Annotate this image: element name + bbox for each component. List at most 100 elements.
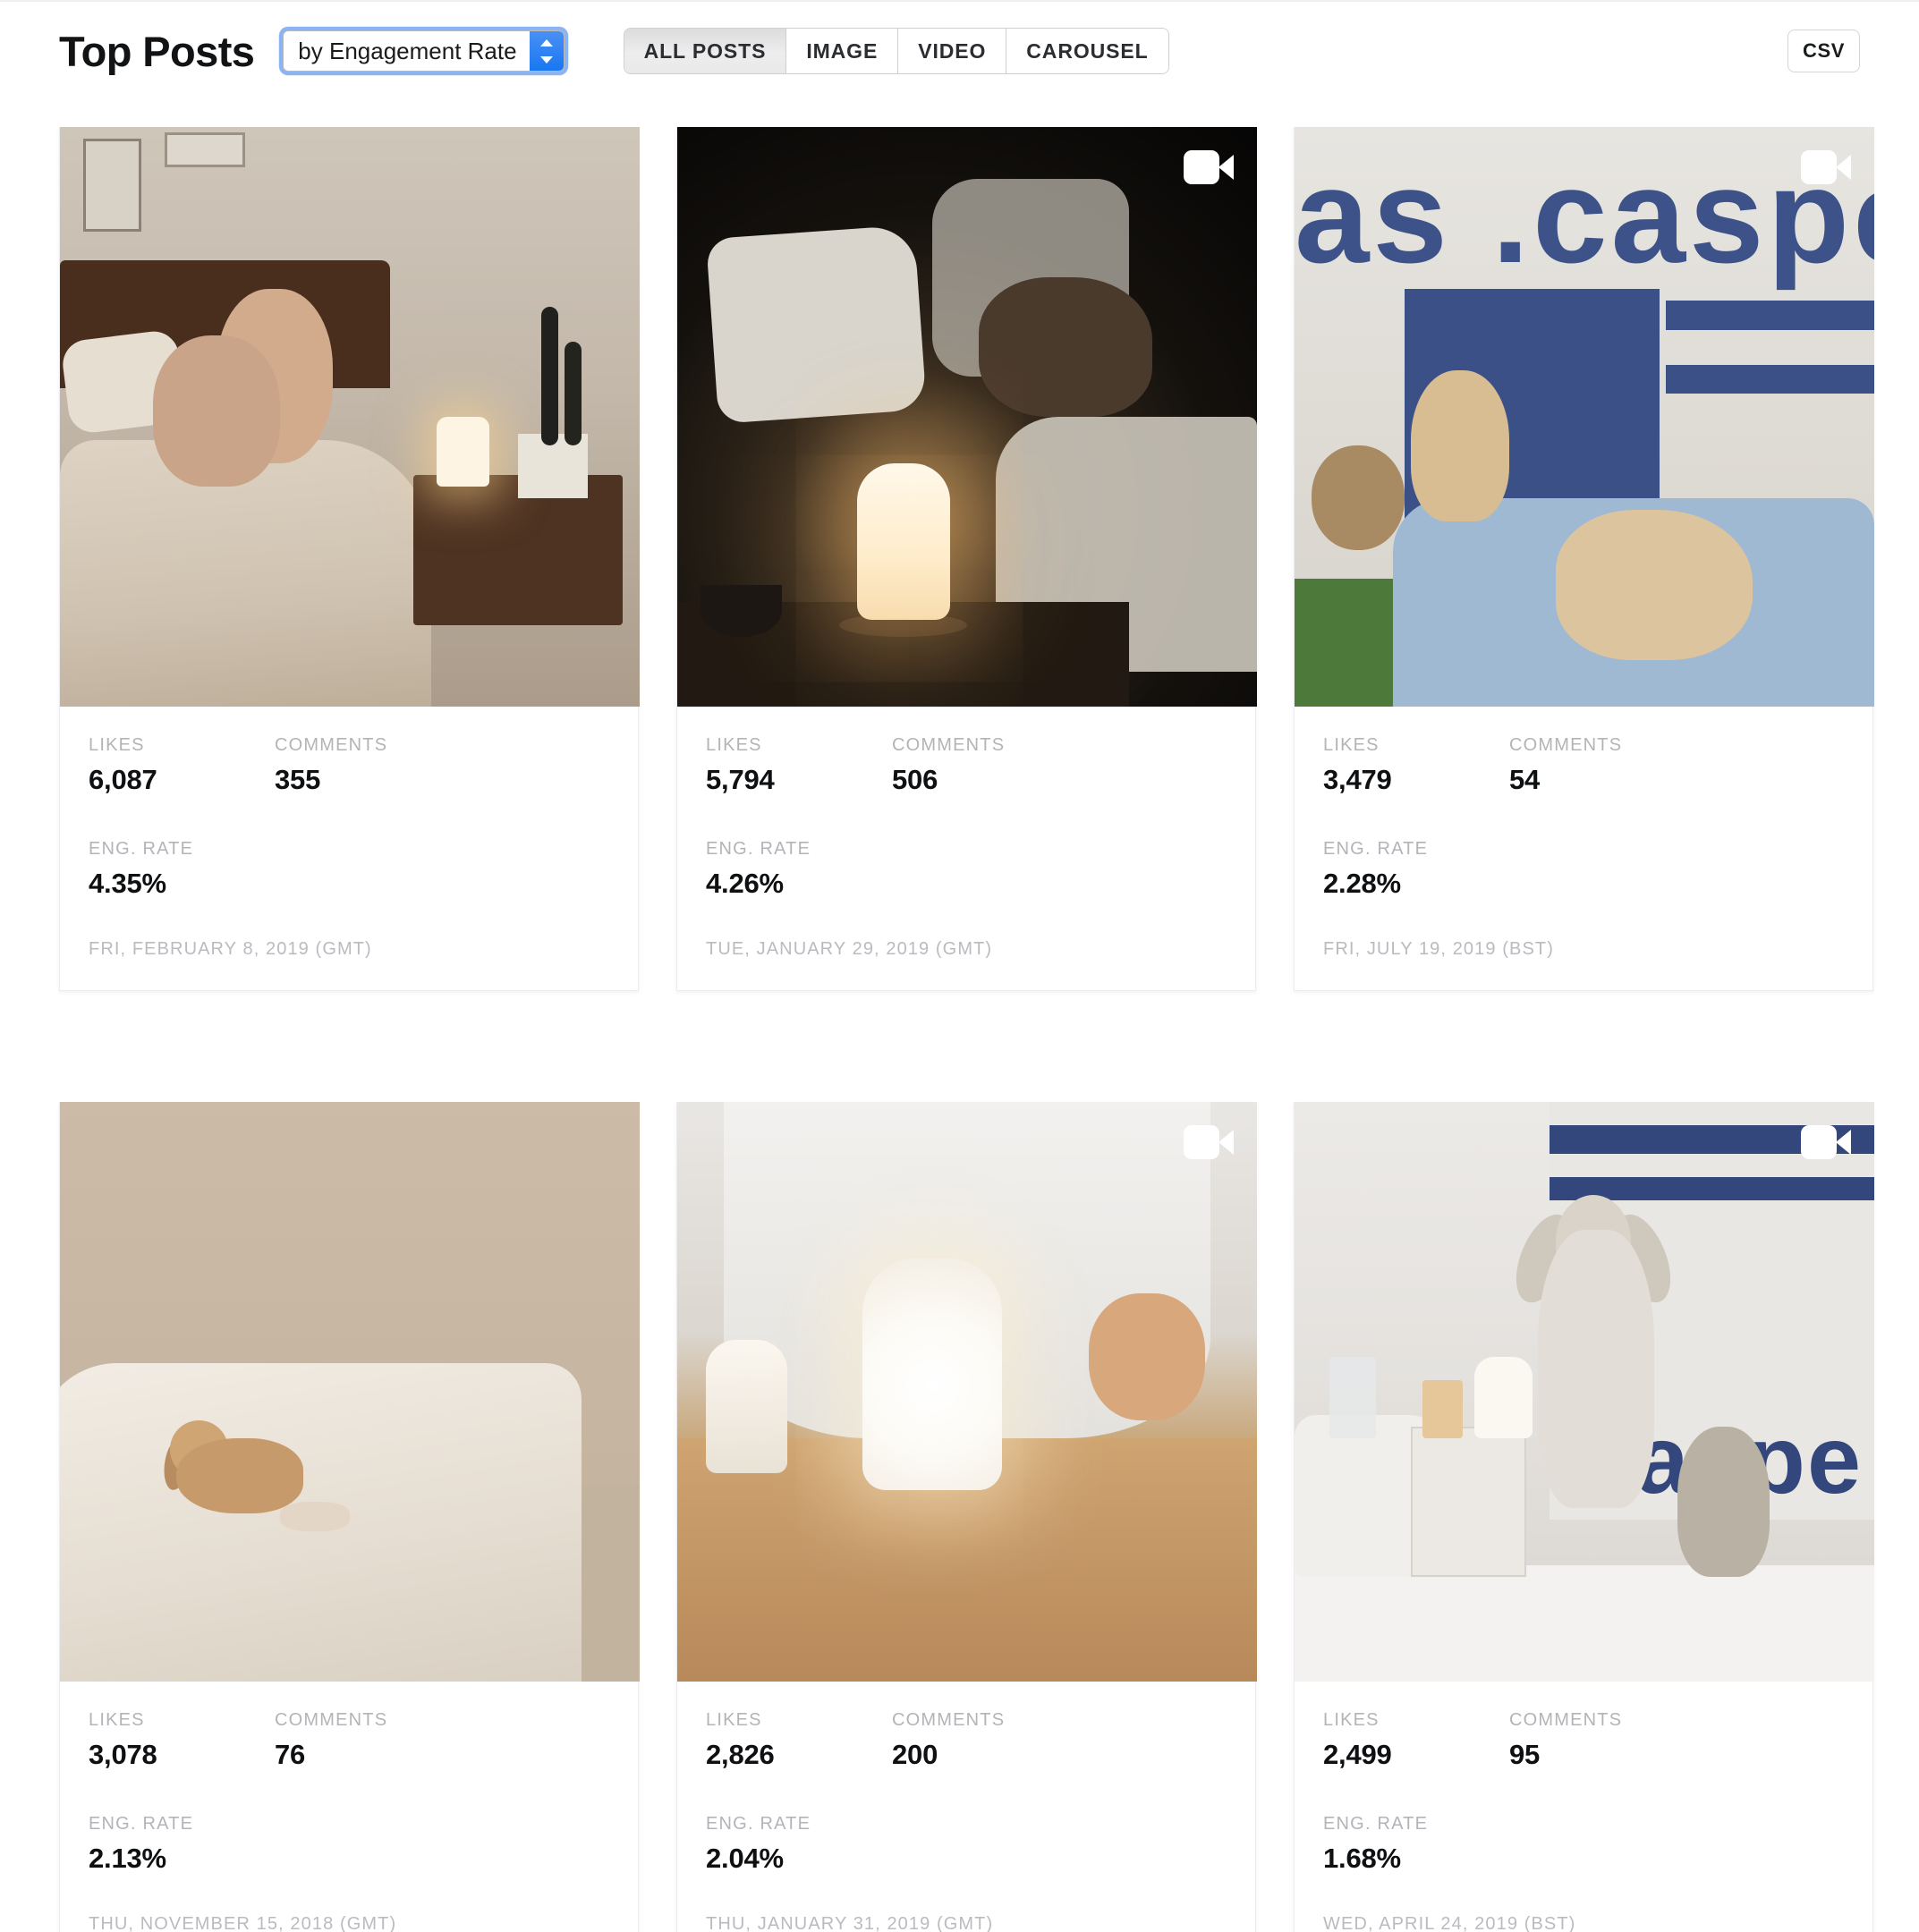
eng-rate-stat: ENG. RATE 4.26% [706, 839, 1227, 900]
post-date: THU, JANUARY 31, 2019 (GMT) [706, 1914, 994, 1932]
eng-rate-value: 4.35% [89, 868, 166, 899]
post-date: WED, APRIL 24, 2019 (BST) [1323, 1914, 1576, 1932]
comments-label: COMMENTS [275, 1710, 388, 1730]
sort-select-focus-ring: by Engagement Rate [279, 27, 568, 75]
comments-label: COMMENTS [892, 735, 1006, 755]
post-thumbnail[interactable] [677, 1102, 1257, 1682]
sort-select[interactable]: by Engagement Rate [283, 30, 565, 72]
post-card[interactable]: LIKES 2,826 COMMENTS 200 ENG. RATE 2.04%… [676, 1102, 1257, 1932]
post-date: FRI, JULY 19, 2019 (BST) [1323, 939, 1554, 959]
post-image [677, 127, 1257, 707]
top-posts-page: Top Posts by Engagement Rate ALL POSTS I… [0, 0, 1919, 1932]
eng-rate-label: ENG. RATE [89, 1814, 194, 1834]
post-stats: LIKES 3,479 COMMENTS 54 ENG. RATE 2.28% … [1295, 707, 1872, 990]
likes-stat: LIKES 6,087 [89, 735, 275, 796]
post-card[interactable]: as .caspe LIKES 3,479 COMMENTS 54 ENG. R… [1294, 127, 1874, 991]
video-camera-icon [1184, 1125, 1234, 1159]
tab-image[interactable]: IMAGE [786, 29, 899, 73]
eng-rate-value: 2.13% [89, 1843, 166, 1874]
eng-rate-value: 1.68% [1323, 1843, 1401, 1874]
likes-stat: LIKES 2,499 [1323, 1710, 1509, 1771]
post-thumbnail[interactable] [60, 127, 640, 707]
likes-value: 2,499 [1323, 1739, 1392, 1770]
comments-value: 95 [1509, 1739, 1541, 1770]
post-date: THU, NOVEMBER 15, 2018 (GMT) [89, 1914, 397, 1932]
post-stats: LIKES 2,499 COMMENTS 95 ENG. RATE 1.68% … [1295, 1682, 1872, 1932]
likes-label: LIKES [1323, 1710, 1380, 1730]
post-card[interactable]: LIKES 5,794 COMMENTS 506 ENG. RATE 4.26%… [676, 127, 1257, 991]
post-card[interactable]: caspe LIKES 2,499 COMMENTS [1294, 1102, 1874, 1932]
likes-label: LIKES [706, 735, 762, 755]
eng-rate-label: ENG. RATE [1323, 839, 1429, 859]
eng-rate-stat: ENG. RATE 2.28% [1323, 839, 1844, 900]
post-date: TUE, JANUARY 29, 2019 (GMT) [706, 939, 993, 959]
likes-stat: LIKES 2,826 [706, 1710, 892, 1771]
post-card[interactable]: LIKES 6,087 COMMENTS 355 ENG. RATE 4.35%… [59, 127, 640, 991]
video-camera-icon [1184, 150, 1234, 184]
page-header: Top Posts by Engagement Rate ALL POSTS I… [0, 2, 1919, 100]
tab-all-posts[interactable]: ALL POSTS [624, 29, 787, 73]
post-image: as .caspe [1295, 127, 1874, 707]
eng-rate-label: ENG. RATE [706, 1814, 811, 1834]
likes-value: 2,826 [706, 1739, 775, 1770]
likes-label: LIKES [89, 735, 145, 755]
likes-value: 6,087 [89, 764, 157, 795]
likes-value: 3,078 [89, 1739, 157, 1770]
comments-value: 54 [1509, 764, 1541, 795]
video-camera-icon [1801, 150, 1851, 184]
post-thumbnail[interactable] [677, 127, 1257, 707]
post-thumbnail[interactable]: as .caspe [1295, 127, 1874, 707]
post-type-tabs: ALL POSTS IMAGE VIDEO CAROUSEL [623, 28, 1169, 74]
comments-value: 200 [892, 1739, 938, 1770]
eng-rate-value: 4.26% [706, 868, 784, 899]
post-thumbnail[interactable] [60, 1102, 640, 1682]
eng-rate-label: ENG. RATE [89, 839, 194, 859]
likes-label: LIKES [89, 1710, 145, 1730]
comments-stat: COMMENTS 200 [892, 1710, 1078, 1771]
tab-carousel[interactable]: CAROUSEL [1006, 29, 1168, 73]
comments-label: COMMENTS [1509, 1710, 1623, 1730]
comments-stat: COMMENTS 54 [1509, 735, 1695, 796]
sort-select-value: by Engagement Rate [298, 37, 517, 64]
comments-value: 355 [275, 764, 321, 795]
post-image [60, 127, 640, 707]
post-date: FRI, FEBRUARY 8, 2019 (GMT) [89, 939, 372, 959]
comments-stat: COMMENTS 95 [1509, 1710, 1695, 1771]
post-thumbnail[interactable]: caspe [1295, 1102, 1874, 1682]
eng-rate-value: 2.04% [706, 1843, 784, 1874]
eng-rate-label: ENG. RATE [706, 839, 811, 859]
comments-label: COMMENTS [1509, 735, 1623, 755]
posts-grid: LIKES 6,087 COMMENTS 355 ENG. RATE 4.35%… [0, 100, 1919, 1932]
eng-rate-value: 2.28% [1323, 868, 1401, 899]
tab-video[interactable]: VIDEO [898, 29, 1007, 73]
video-camera-icon [1801, 1125, 1851, 1159]
likes-stat: LIKES 5,794 [706, 735, 892, 796]
comments-stat: COMMENTS 76 [275, 1710, 461, 1771]
comments-label: COMMENTS [892, 1710, 1006, 1730]
eng-rate-label: ENG. RATE [1323, 1814, 1429, 1834]
chevron-up-down-icon[interactable] [529, 31, 564, 71]
eng-rate-stat: ENG. RATE 2.13% [89, 1814, 609, 1875]
comments-stat: COMMENTS 506 [892, 735, 1078, 796]
comments-label: COMMENTS [275, 735, 388, 755]
comments-stat: COMMENTS 355 [275, 735, 461, 796]
likes-value: 5,794 [706, 764, 775, 795]
likes-value: 3,479 [1323, 764, 1392, 795]
eng-rate-stat: ENG. RATE 1.68% [1323, 1814, 1844, 1875]
post-card[interactable]: LIKES 3,078 COMMENTS 76 ENG. RATE 2.13% … [59, 1102, 640, 1932]
comments-value: 76 [275, 1739, 306, 1770]
eng-rate-stat: ENG. RATE 4.35% [89, 839, 609, 900]
post-image: caspe [1295, 1102, 1874, 1682]
eng-rate-stat: ENG. RATE 2.04% [706, 1814, 1227, 1875]
page-title: Top Posts [59, 27, 255, 75]
post-image [677, 1102, 1257, 1682]
post-stats: LIKES 6,087 COMMENTS 355 ENG. RATE 4.35%… [60, 707, 638, 990]
post-stats: LIKES 3,078 COMMENTS 76 ENG. RATE 2.13% … [60, 1682, 638, 1932]
likes-label: LIKES [1323, 735, 1380, 755]
comments-value: 506 [892, 764, 938, 795]
likes-label: LIKES [706, 1710, 762, 1730]
likes-stat: LIKES 3,479 [1323, 735, 1509, 796]
post-image [60, 1102, 640, 1682]
export-csv-button[interactable]: CSV [1787, 30, 1860, 72]
post-stats: LIKES 5,794 COMMENTS 506 ENG. RATE 4.26%… [677, 707, 1255, 990]
